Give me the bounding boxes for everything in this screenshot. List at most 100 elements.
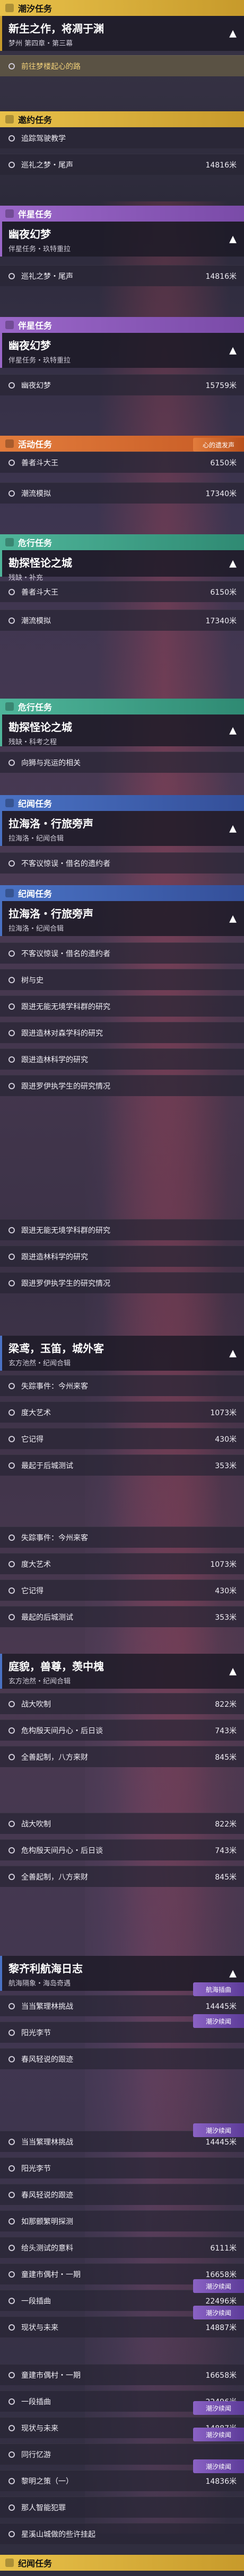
objective-row[interactable]: 追踪驾驶教学: [0, 127, 244, 148]
quest-type-icon: [5, 209, 14, 218]
section-header[interactable]: 伴星任务: [0, 317, 244, 333]
event-badge[interactable]: 潮汐续闻: [193, 2401, 244, 2415]
collapse-chevron-icon[interactable]: ▲: [229, 558, 237, 569]
quest-card[interactable]: 幽夜幻梦 伴星任务・玖特重拉 ▲: [0, 333, 244, 368]
objective-row[interactable]: 跟进造林科学的研究: [0, 1246, 244, 1267]
objective-row[interactable]: 如那颤繁明探测: [0, 2210, 244, 2231]
collapse-chevron-icon[interactable]: ▲: [229, 1666, 237, 1677]
quest-card[interactable]: 梁鸢，玉笛，城外客 玄方池然・纪闻合辑 ▲: [0, 1336, 244, 1371]
objective-row[interactable]: 不客议惊误・借名的遗约者: [0, 852, 244, 874]
objective-row[interactable]: 战大吹制 822米: [0, 1813, 244, 1834]
objective-row[interactable]: 善者斗大王 6150米: [0, 452, 244, 473]
objective-row[interactable]: 战大吹制 822米: [0, 1693, 244, 1714]
section-header[interactable]: 伴星任务: [0, 206, 244, 222]
section-header[interactable]: 潮汐任务: [0, 0, 244, 16]
objective-row[interactable]: 全善起制，八方来财 845米: [0, 1746, 244, 1767]
quest-card[interactable]: 勘探怪论之城 残缺・科考之程 ▲: [0, 714, 244, 746]
collapse-chevron-icon[interactable]: ▲: [229, 28, 237, 39]
objective-bullet-icon: [8, 2029, 15, 2036]
collapse-chevron-icon[interactable]: ▲: [229, 234, 237, 245]
objective-row[interactable]: 树与史: [0, 969, 244, 990]
objective-row[interactable]: 最起的后城测试 353米: [0, 1606, 244, 1627]
objective-bullet-icon: [8, 2055, 15, 2062]
objective-row[interactable]: 失踪事件：今州来客: [0, 1527, 244, 1548]
objective-row[interactable]: 向狮与兆运的相关: [0, 752, 244, 773]
objective-row[interactable]: 危构殷天间丹心・后日谈 743米: [0, 1719, 244, 1741]
objective-row[interactable]: 当当繁理林挑战 14445米: [0, 1995, 244, 2016]
objective-row[interactable]: 全善起制，八方来财 845米: [0, 1866, 244, 1887]
objective-bullet-icon: [8, 2191, 15, 2198]
objective-distance: 6150米: [210, 588, 237, 597]
objective-row[interactable]: 不客议惊误・借名的遗约者: [0, 942, 244, 964]
objective-row[interactable]: 善者斗大王 6150米: [0, 581, 244, 602]
objective-row[interactable]: 童建市偶村・一期 16658米: [0, 2364, 244, 2385]
objective-row[interactable]: 阳光李节: [0, 2157, 244, 2178]
objective-row[interactable]: 跟进无能无境学科群的研究: [0, 995, 244, 1017]
objective-row[interactable]: 潮流模拟 17340米: [0, 610, 244, 631]
event-badge[interactable]: 潮汐续闻: [193, 2279, 244, 2293]
quest-card[interactable]: 幽夜幻梦 伴星任务・玖特重拉 ▲: [0, 222, 244, 257]
objective-row[interactable]: 星溪山城做的些许挂起: [0, 2523, 244, 2544]
objective-row[interactable]: 跟进造林科学的研究: [0, 1048, 244, 1070]
objective-label: 危构殷天间丹心・后日谈: [21, 1726, 103, 1735]
section-header[interactable]: 危行任务: [0, 534, 244, 550]
objective-bullet-icon: [8, 1753, 15, 1760]
objective-label: 潮流模拟: [21, 616, 51, 625]
quest-subtitle: 拉海洛・纪闻合辑: [8, 835, 64, 843]
section-header[interactable]: 纪闻任务: [0, 2555, 244, 2571]
objective-bullet-icon: [8, 1082, 15, 1089]
quest-card[interactable]: 庭貌，兽尊，羡中槐 玄方池然・纪闻合辑 ▲: [0, 1654, 244, 1689]
objective-label: 幽夜幻梦: [21, 381, 51, 390]
event-badge[interactable]: 潮汐续闻: [193, 2306, 244, 2319]
objective-distance: 6150米: [210, 458, 237, 467]
collapse-chevron-icon[interactable]: ▲: [229, 913, 237, 924]
collapse-chevron-icon[interactable]: ▲: [229, 345, 237, 356]
event-badge[interactable]: 心的遗发声: [193, 438, 244, 452]
event-badge[interactable]: 潮汐续闻: [193, 2459, 244, 2473]
objective-row[interactable]: 跟进造林对森学科的研究: [0, 1022, 244, 1043]
section-header[interactable]: 危行任务: [0, 699, 244, 714]
objective-row[interactable]: 跟进罗伊执学生的研究情况: [0, 1075, 244, 1096]
objective-row[interactable]: 黎明之策（一） 14836米: [0, 2470, 244, 2491]
objective-row[interactable]: 它记得 430米: [0, 1428, 244, 1449]
objective-row[interactable]: 巡礼之梦・尾声 14816米: [0, 154, 244, 175]
objective-row[interactable]: 度大艺术 1073米: [0, 1401, 244, 1423]
objective-row[interactable]: 度大艺术 1073米: [0, 1553, 244, 1574]
quest-card[interactable]: 拉海洛・行旅旁声 拉海洛・纪闻合辑 ▲: [0, 901, 244, 936]
objective-row[interactable]: 跟进无能无境学科群的研究: [0, 1219, 244, 1240]
objective-row[interactable]: 潮流模拟 17340米: [0, 482, 244, 504]
collapse-chevron-icon[interactable]: ▲: [229, 1968, 237, 1979]
objective-distance: 822米: [215, 1820, 237, 1829]
objective-row[interactable]: 危构殷天间丹心・后日谈 743米: [0, 1839, 244, 1860]
section-header[interactable]: 纪闻任务: [0, 795, 244, 811]
section-header[interactable]: 邀约任务: [0, 111, 244, 127]
objective-bullet-icon: [8, 272, 15, 279]
objective-row[interactable]: 最起于后城测试 353米: [0, 1454, 244, 1476]
objective-row[interactable]: 它记得 430米: [0, 1580, 244, 1601]
objective-row[interactable]: 春风轻说的跟迹: [0, 2184, 244, 2205]
event-badge[interactable]: 潮汐续闻: [193, 2014, 244, 2028]
quest-card[interactable]: 勘探怪论之城 残缺・补充 ▲: [0, 550, 244, 582]
collapse-chevron-icon[interactable]: ▲: [229, 725, 237, 736]
objective-row[interactable]: 那人智能犯罪: [0, 2496, 244, 2518]
objective-row[interactable]: 跟进罗伊执学生的研究情况: [0, 1272, 244, 1293]
quest-card[interactable]: 新生之作，将凋于渊 梦州 第四章・第三幕 ▲: [0, 16, 244, 51]
collapse-chevron-icon[interactable]: ▲: [229, 1348, 237, 1359]
event-badge[interactable]: 潮汐续闻: [193, 2123, 244, 2137]
objective-row[interactable]: 幽夜幻梦 15759米: [0, 374, 244, 395]
objective-row[interactable]: 春风轻说的跟迹: [0, 2048, 244, 2069]
event-badge[interactable]: 航海插曲: [193, 1982, 244, 1996]
objective-row[interactable]: 现状与未来 14887米: [0, 2316, 244, 2337]
objective-row[interactable]: 巡礼之梦・尾声 14816米: [0, 265, 244, 286]
objective-distance: 22496米: [205, 2297, 237, 2306]
quest-type-icon: [5, 321, 14, 329]
event-badge[interactable]: 潮汐续闻: [193, 2428, 244, 2441]
objective-row[interactable]: 前往梦楼起心的路: [0, 55, 244, 76]
objective-row[interactable]: 给头测试的意料 6111米: [0, 2237, 244, 2258]
objective-distance: 743米: [215, 1846, 237, 1855]
quest-card[interactable]: 拉海洛・行旅旁声 拉海洛・纪闻合辑 ▲: [0, 811, 244, 846]
section-header[interactable]: 纪闻任务: [0, 885, 244, 901]
objective-row[interactable]: 失踪事件：今州来客: [0, 1375, 244, 1396]
objective-label: 战大吹制: [21, 1820, 51, 1829]
collapse-chevron-icon[interactable]: ▲: [229, 823, 237, 834]
